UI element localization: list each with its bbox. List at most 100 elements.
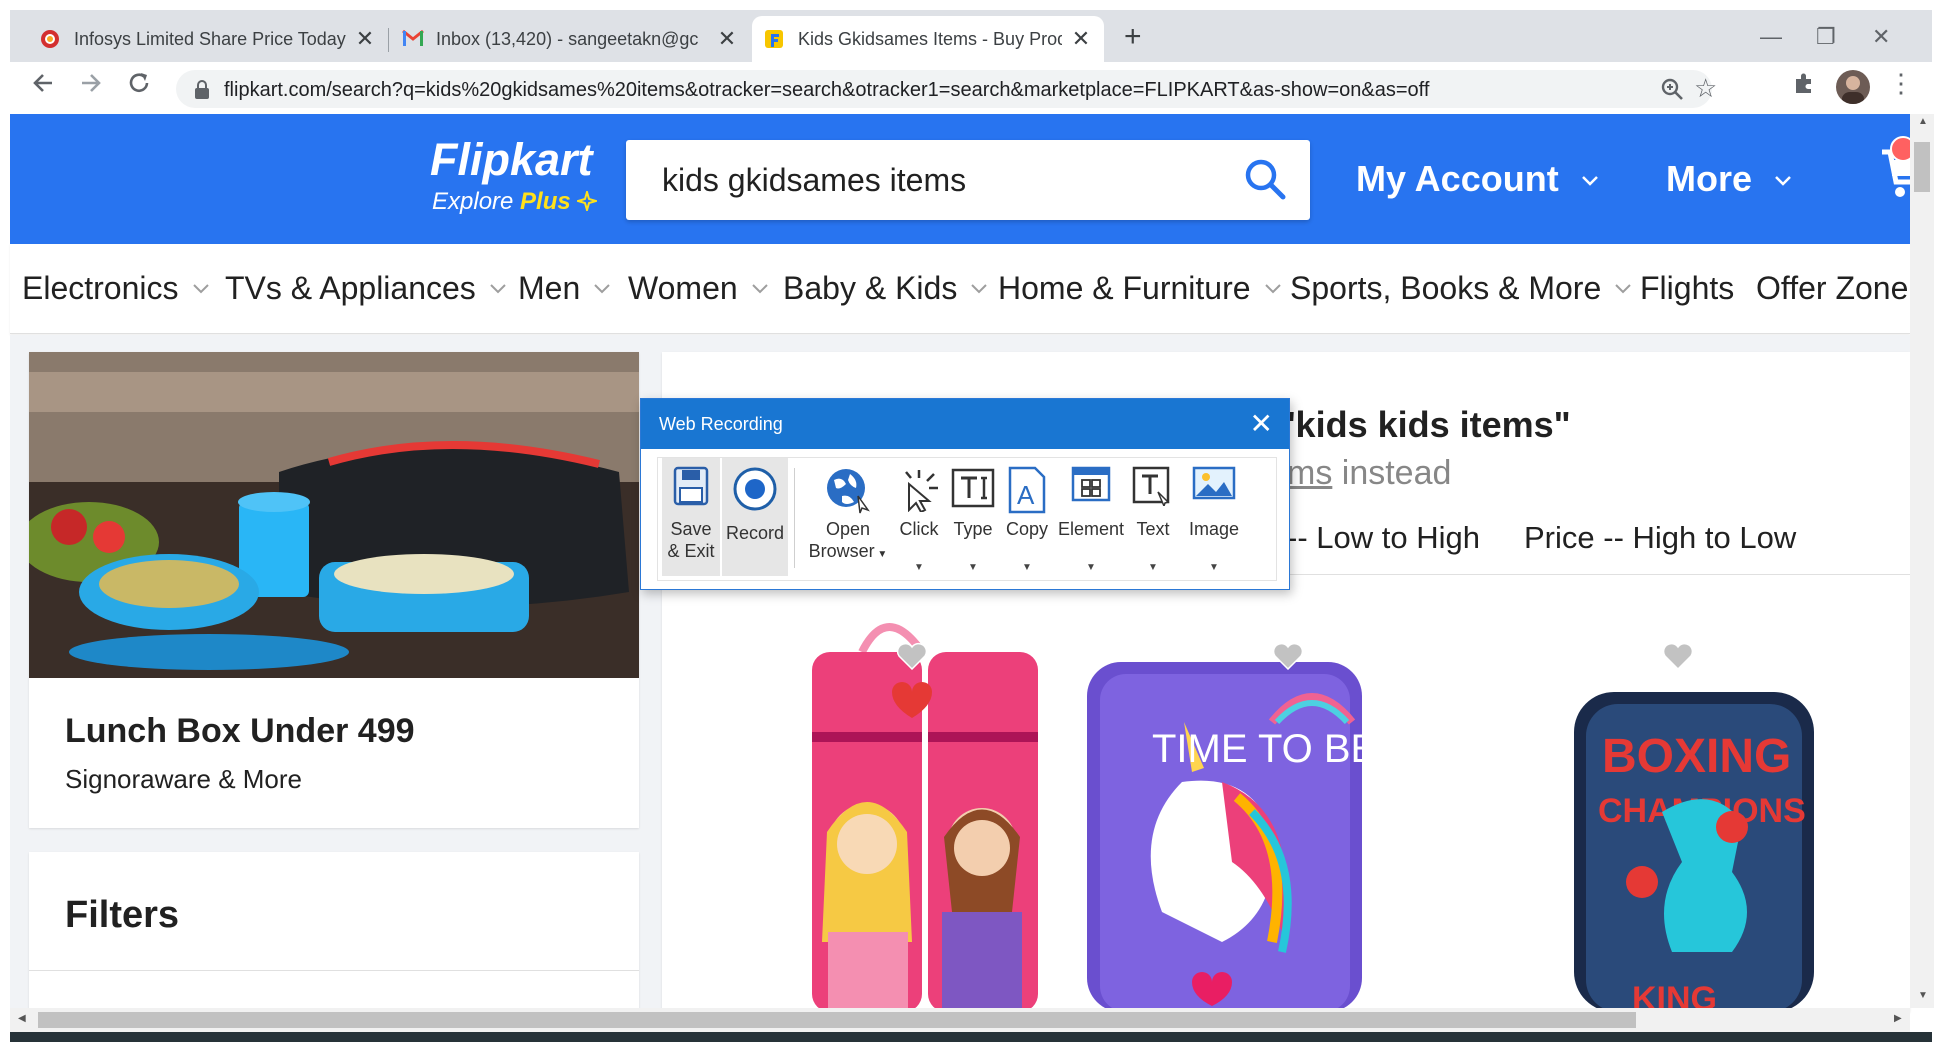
zoom-icon[interactable]	[1660, 77, 1684, 101]
text-extract-icon	[1132, 466, 1174, 506]
record-button[interactable]: Record	[722, 458, 788, 576]
tab-title: Inbox (13,420) - sangeetakn@gc	[436, 28, 699, 49]
new-tab-button[interactable]: +	[1124, 20, 1142, 54]
category-electronics[interactable]: Electronics	[22, 270, 209, 307]
profile-avatar[interactable]	[1836, 70, 1870, 104]
dropdown-arrow-icon[interactable]: ▼	[948, 562, 998, 573]
close-icon[interactable]: ✕	[1250, 407, 1273, 440]
scroll-left-arrow-icon[interactable]: ◀	[18, 1013, 26, 1024]
promo-card[interactable]: Lunch Box Under 499 Signoraware & More	[29, 352, 639, 828]
close-tab-icon[interactable]: ✕	[716, 26, 738, 52]
category-tvs-appliances[interactable]: TVs & Appliances	[225, 270, 506, 307]
category-label: Sports, Books & More	[1290, 270, 1602, 306]
extensions-icon[interactable]	[1792, 71, 1816, 95]
product-pencil-case-unicorn[interactable]: TIME TO BE	[1072, 612, 1372, 1012]
search-instead-link[interactable]: ms	[1287, 454, 1332, 492]
category-men[interactable]: Men	[518, 270, 610, 307]
type-tool-button[interactable]: Type ▼	[948, 458, 998, 576]
promo-subtitle: Signoraware & More	[65, 764, 302, 794]
category-sports-books[interactable]: Sports, Books & More	[1290, 270, 1631, 307]
vertical-scrollbar[interactable]: ▲ ▼	[1910, 114, 1934, 1008]
tool-label: Type	[953, 519, 993, 539]
promo-title: Lunch Box Under 499	[65, 712, 415, 750]
chevron-down-icon	[192, 283, 209, 293]
image-tool-button[interactable]: Image ▼	[1182, 458, 1246, 576]
category-label: Offer Zone	[1756, 270, 1909, 306]
divider	[29, 970, 639, 971]
my-account-menu[interactable]: My Account	[1356, 158, 1599, 200]
tool-label: Record	[725, 523, 785, 543]
dropdown-arrow-icon[interactable]: ▼	[1128, 562, 1178, 573]
url-text: flipkart.com/search?q=kids%20gkidsames%2…	[224, 79, 1430, 101]
browser-tab-gmail[interactable]: Inbox (13,420) - sangeetakn@gc ✕	[390, 16, 750, 62]
text-tool-button[interactable]: Text ▼	[1128, 458, 1178, 576]
browser-tab-flipkart[interactable]: Kids Gkidsames Items - Buy Prod ✕	[752, 16, 1104, 62]
product-pencil-case-princess[interactable]	[792, 612, 1042, 1012]
filters-panel: Filters	[29, 852, 639, 1012]
lock-icon	[194, 80, 210, 100]
browser-toolbar: flipkart.com/search?q=kids%20gkidsames%2…	[10, 62, 1932, 114]
flipkart-logo[interactable]: Flipkart	[430, 134, 593, 186]
wishlist-heart-icon[interactable]	[1272, 642, 1304, 670]
bookmark-star-icon[interactable]: ☆	[1694, 73, 1717, 104]
horizontal-scrollbar[interactable]: ◀ ▶	[10, 1008, 1910, 1032]
category-women[interactable]: Women	[628, 270, 768, 307]
svg-text:A: A	[1017, 480, 1035, 510]
reload-icon[interactable]	[126, 70, 152, 96]
copy-tool-button[interactable]: A Copy ▼	[1002, 458, 1052, 576]
scroll-up-arrow-icon[interactable]: ▲	[1918, 116, 1928, 127]
forward-arrow-icon[interactable]	[78, 70, 104, 96]
dropdown-arrow-icon[interactable]: ▼	[1058, 562, 1124, 573]
minimize-icon[interactable]: —	[1760, 24, 1782, 50]
chrome-menu-icon[interactable]: ⋮	[1888, 68, 1914, 99]
search-input[interactable]: kids gkidsames items	[662, 162, 966, 199]
product-search-box[interactable]: kids gkidsames items	[626, 140, 1310, 220]
scroll-down-arrow-icon[interactable]: ▼	[1918, 990, 1928, 1001]
tool-label: Text	[1136, 519, 1170, 539]
save-exit-button[interactable]: Save & Exit	[662, 458, 720, 576]
more-label: More	[1666, 158, 1753, 199]
chevron-down-icon	[971, 283, 988, 293]
browser-tab-infosys[interactable]: Infosys Limited Share Price Today ✕	[28, 16, 388, 62]
tab-title: Kids Gkidsames Items - Buy Prod	[798, 28, 1062, 49]
window-close-icon[interactable]: ✕	[1872, 24, 1890, 50]
product-print-text: BOXING	[1602, 730, 1791, 783]
tool-label: Copy	[1005, 519, 1049, 539]
sort-price-low-high[interactable]: -- Low to High	[1287, 520, 1480, 556]
restore-icon[interactable]: ❐	[1816, 24, 1836, 50]
wishlist-heart-icon[interactable]	[896, 642, 928, 670]
scroll-right-arrow-icon[interactable]: ▶	[1894, 1013, 1902, 1024]
back-arrow-icon[interactable]	[30, 70, 56, 96]
scrollbar-thumb[interactable]	[38, 1012, 1636, 1028]
scrollbar-thumb[interactable]	[1914, 142, 1930, 192]
explore-plus-link[interactable]: Explore Plus	[432, 188, 598, 216]
dropdown-arrow-icon[interactable]: ▼	[1002, 562, 1052, 573]
category-offer-zone[interactable]: Offer Zone	[1756, 270, 1908, 307]
chevron-down-icon	[1264, 283, 1281, 293]
close-tab-icon[interactable]: ✕	[354, 26, 376, 52]
category-home-furniture[interactable]: Home & Furniture	[998, 270, 1281, 307]
open-browser-button[interactable]: Open Browser ▼	[808, 458, 888, 576]
wishlist-heart-icon[interactable]	[1662, 642, 1694, 670]
element-tool-button[interactable]: Element ▼	[1058, 458, 1124, 576]
address-bar[interactable]: flipkart.com/search?q=kids%20gkidsames%2…	[176, 70, 1717, 108]
dropdown-arrow-icon[interactable]: ▼	[892, 562, 946, 573]
click-tool-button[interactable]: Click ▼	[892, 458, 946, 576]
category-flights[interactable]: Flights	[1640, 270, 1734, 307]
flipkart-icon	[764, 29, 784, 49]
category-label: Baby & Kids	[783, 270, 958, 306]
chevron-down-icon	[1581, 176, 1598, 186]
search-icon[interactable]	[1244, 158, 1286, 200]
close-tab-icon[interactable]: ✕	[1070, 26, 1092, 52]
sort-price-high-low[interactable]: Price -- High to Low	[1524, 520, 1796, 556]
product-pencil-case-boxing[interactable]: BOXING CHAMPIONS KING	[1562, 612, 1822, 1012]
dropdown-arrow-icon[interactable]: ▼	[1182, 562, 1246, 573]
category-label: Electronics	[22, 270, 179, 306]
category-baby-kids[interactable]: Baby & Kids	[783, 270, 988, 307]
category-bar: Electronics TVs & Appliances Men Women B…	[10, 244, 1910, 334]
more-menu[interactable]: More	[1666, 158, 1792, 200]
dialog-title-bar[interactable]: Web Recording ✕	[641, 399, 1289, 449]
instead-label: instead	[1332, 454, 1452, 492]
web-recording-dialog: Web Recording ✕ Save & Exit Record Open Br…	[640, 398, 1290, 590]
image-picture-icon	[1192, 466, 1236, 502]
